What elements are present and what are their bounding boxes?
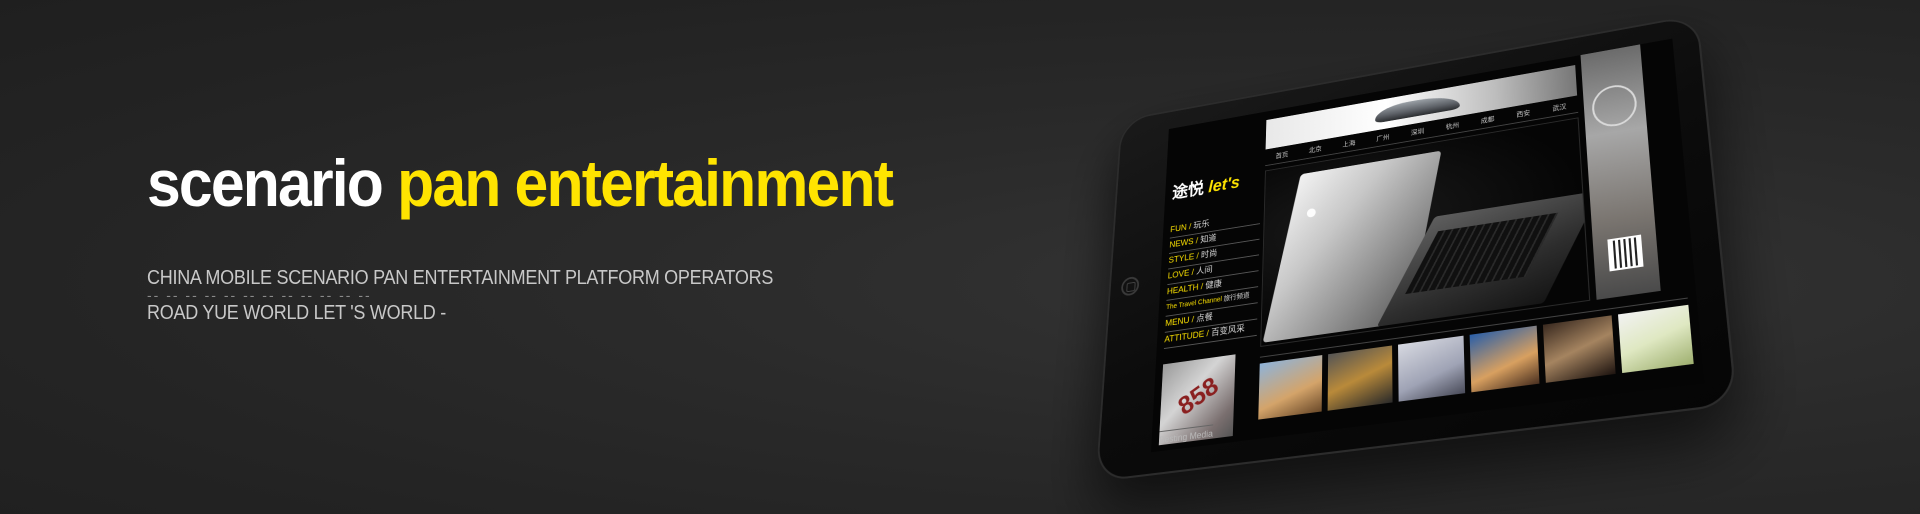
hero-text-block: scenario pan entertainment CHINA MOBILE … [147,150,947,324]
photo-thumbnail[interactable] [1398,335,1466,402]
top-nav-item[interactable]: 深圳 [1411,126,1424,141]
photo-thumbnail[interactable] [1542,315,1616,383]
top-nav-item[interactable]: 上海 [1342,137,1355,152]
nav-item-cn: 玩乐 [1193,218,1210,231]
top-nav-item[interactable]: 武汉 [1552,101,1567,116]
headline-white: scenario [147,146,384,220]
tablet-screen: 途悦 let's FUN / 玩乐 NEWS / 知道 STYLE / 时尚 L… [1150,38,1705,453]
photo-thumbnail[interactable] [1327,345,1393,411]
nav-item-cn: 知道 [1200,232,1217,245]
brand-logo: 途悦 let's [1172,170,1241,204]
nav-item-cn: 旅行频道 [1223,292,1250,303]
top-nav-item[interactable]: 成都 [1481,113,1495,128]
nav-item-cn: 健康 [1205,278,1223,291]
subtitle-line-1: CHINA MOBILE SCENARIO PAN ENTERTAINMENT … [147,267,774,289]
dash-divider: -- -- -- -- -- -- -- -- -- -- -- -- [147,287,372,303]
nav-item-cn: 时尚 [1200,248,1218,260]
nav-item-en: LOVE [1167,267,1190,281]
top-nav-item[interactable]: 首页 [1275,149,1288,163]
headline-yellow: pan entertainment [397,146,894,220]
top-nav-item[interactable]: 西安 [1516,107,1530,122]
tablet-mockup: 途悦 let's FUN / 玩乐 NEWS / 知道 STYLE / 时尚 L… [1095,14,1738,483]
nav-item-en: HEALTH [1166,282,1199,297]
brand-logo-cn: 途悦 [1171,179,1205,203]
headline: scenario pan entertainment [147,150,894,216]
qr-code-icon [1607,234,1644,272]
nav-item-en: ATTITUDE [1164,328,1205,345]
photo-thumbnail[interactable] [1618,304,1694,374]
top-nav-item[interactable]: 北京 [1309,143,1322,158]
home-button-icon [1120,275,1140,297]
top-nav-item[interactable]: 杭州 [1446,120,1460,135]
photo-thumbnail[interactable] [1469,325,1540,393]
nav-item-en: NEWS [1169,236,1194,250]
nav-item-cn: 百变风采 [1210,323,1245,338]
apple-logo-icon: ● [1304,199,1318,225]
watch-icon [1590,81,1639,130]
nav-item-cn: 人间 [1196,264,1213,277]
nav-item-en: FUN [1170,222,1187,235]
photo-thumbnail[interactable] [1258,355,1323,420]
subtitle-line-2: ROAD YUE WORLD LET 'S WORLD - [147,302,446,324]
car-image [1375,92,1460,124]
nav-item-cn: 点餐 [1196,311,1214,324]
site-nav: FUN / 玩乐 NEWS / 知道 STYLE / 时尚 LOVE / 人间 … [1163,208,1261,350]
thumbnail-text: 858 [1173,370,1223,421]
brand-logo-en: let's [1208,173,1241,196]
nav-item-en: STYLE [1168,251,1195,265]
top-nav-item[interactable]: 广州 [1376,132,1389,147]
side-promo-strip[interactable] [1580,44,1661,300]
nav-item-en: MENU [1165,315,1190,329]
